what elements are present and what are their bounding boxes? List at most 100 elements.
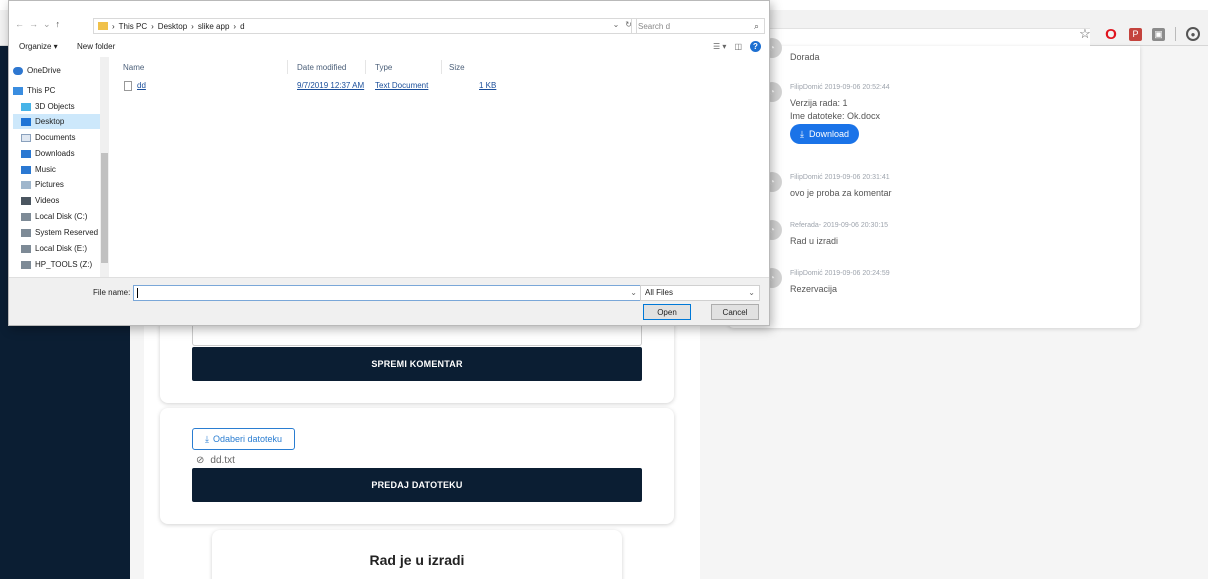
organize-menu[interactable]: Organize ▾ bbox=[19, 42, 58, 51]
download-icon bbox=[21, 149, 31, 158]
documents-icon bbox=[21, 133, 31, 142]
nav-item-label: Videos bbox=[35, 196, 60, 205]
column-header-date[interactable]: Date modified bbox=[297, 63, 346, 72]
opera-icon[interactable]: O bbox=[1103, 26, 1119, 43]
nav-scrollbar[interactable] bbox=[100, 57, 109, 277]
drive-icon bbox=[21, 244, 31, 253]
dialog-bottom-bar: File name: ⌄ All Files ⌄ Open Cancel bbox=[9, 277, 769, 325]
chevron-down-icon[interactable]: ⌄ bbox=[613, 20, 620, 29]
folder-icon bbox=[98, 22, 108, 30]
selected-file: ⊘ dd.txt bbox=[196, 455, 235, 466]
breadcrumb-slike-app[interactable]: slike app bbox=[198, 22, 230, 31]
breadcrumb-d[interactable]: d bbox=[240, 22, 244, 31]
nav-scrollbar-thumb[interactable] bbox=[101, 153, 108, 263]
file-name-input[interactable]: ⌄ bbox=[133, 285, 641, 301]
column-header-size[interactable]: Size bbox=[449, 63, 465, 72]
cloud-icon bbox=[13, 66, 23, 75]
nav-item-videos[interactable]: Videos bbox=[13, 193, 107, 208]
nav-item-downloads[interactable]: Downloads bbox=[13, 146, 107, 161]
open-button[interactable]: Open bbox=[643, 304, 691, 320]
breadcrumb-desktop[interactable]: Desktop bbox=[158, 22, 187, 31]
computer-icon bbox=[13, 86, 23, 95]
music-icon bbox=[21, 165, 31, 174]
help-icon[interactable]: ? bbox=[750, 41, 761, 52]
chevron-down-icon[interactable]: ⌄ bbox=[630, 288, 637, 297]
desktop-icon bbox=[21, 117, 31, 126]
history-meta: Referada- 2019-09-06 20:30:15 bbox=[790, 222, 889, 229]
nav-item-label: Local Disk (E:) bbox=[35, 244, 88, 253]
nav-item-local-disk-e[interactable]: Local Disk (E:) bbox=[13, 241, 107, 256]
path-separator: › bbox=[112, 21, 115, 31]
paperclip-icon: ⊘ bbox=[196, 455, 205, 466]
search-placeholder: Search d bbox=[638, 21, 671, 31]
drive-icon bbox=[21, 228, 31, 237]
breadcrumb-this-pc[interactable]: This PC bbox=[119, 22, 147, 31]
nav-item-label: Music bbox=[35, 165, 56, 174]
preview-pane-icon[interactable]: ◫ bbox=[734, 42, 742, 51]
file-size: 1 KB bbox=[479, 81, 497, 90]
up-arrow-icon[interactable]: ↑ bbox=[56, 19, 61, 30]
nav-item-label: Desktop bbox=[35, 117, 65, 126]
save-comment-button[interactable]: SPREMI KOMENTAR bbox=[192, 347, 642, 381]
search-input[interactable]: Search d ⌕ bbox=[631, 18, 765, 34]
pdf-extension-icon[interactable]: P bbox=[1129, 27, 1142, 41]
file-type-select[interactable]: All Files ⌄ bbox=[640, 285, 760, 301]
profile-icon[interactable]: ● bbox=[1186, 27, 1200, 41]
submit-file-button[interactable]: PREDAJ DATOTEKU bbox=[192, 468, 642, 502]
address-box[interactable]: › This PC › Desktop › slike app › d ⌄ ↻ bbox=[93, 18, 637, 34]
nav-item-3d-objects[interactable]: 3D Objects bbox=[13, 99, 107, 114]
address-bar[interactable] bbox=[760, 28, 1090, 48]
chevron-down-icon: ⌄ bbox=[748, 288, 755, 297]
cancel-button[interactable]: Cancel bbox=[711, 304, 759, 320]
status-title: Rad je u izradi bbox=[369, 552, 465, 568]
upload-card: ⤓ Odaberi datoteku ⊘ dd.txt PREDAJ DATOT… bbox=[160, 408, 674, 524]
nav-item-onedrive[interactable]: OneDrive bbox=[13, 63, 107, 78]
view-options-icon[interactable]: ☰ ▾ bbox=[713, 42, 726, 51]
column-header-type[interactable]: Type bbox=[375, 63, 392, 72]
nav-item-label: System Reserved bbox=[35, 228, 99, 237]
file-type-value: All Files bbox=[645, 288, 674, 297]
text-file-icon bbox=[124, 81, 132, 91]
text-caret bbox=[137, 288, 138, 298]
column-divider bbox=[287, 60, 288, 74]
recent-dropdown-icon[interactable]: ⌄ bbox=[43, 19, 51, 30]
nav-arrows: ← → ⌄ ↑ bbox=[15, 19, 60, 30]
nav-item-label: 3D Objects bbox=[35, 102, 75, 111]
nav-item-label: OneDrive bbox=[27, 66, 61, 75]
back-arrow-icon[interactable]: ← bbox=[15, 19, 24, 30]
nav-item-local-disk-c[interactable]: Local Disk (C:) bbox=[13, 209, 107, 224]
history-text: Dorada bbox=[790, 52, 820, 62]
download-icon: ⤓ bbox=[800, 128, 804, 139]
download-button[interactable]: ⤓ Download bbox=[790, 124, 860, 144]
history-version: Verzija rada: 1 bbox=[790, 98, 848, 108]
file-list-pane: Name Date modified Type Size dd 9/7/2019… bbox=[111, 57, 767, 277]
dialog-address-row: ← → ⌄ ↑ › This PC › Desktop › slike app … bbox=[9, 15, 769, 37]
nav-item-desktop[interactable]: Desktop bbox=[13, 114, 107, 129]
history-text: ovo je proba za komentar bbox=[790, 188, 892, 198]
extension-icon[interactable]: ▣ bbox=[1152, 27, 1165, 41]
nav-item-hp-tools[interactable]: HP_TOOLS (Z:) bbox=[13, 257, 107, 272]
view-controls: ☰ ▾ ◫ ? bbox=[713, 41, 761, 52]
nav-item-this-pc[interactable]: This PC bbox=[13, 83, 107, 98]
choose-file-button[interactable]: ⤓ Odaberi datoteku bbox=[192, 428, 295, 450]
nav-item-label: Pictures bbox=[35, 180, 64, 189]
nav-item-music[interactable]: Music bbox=[13, 162, 107, 177]
status-card: Rad je u izradi bbox=[212, 530, 622, 579]
nav-item-pictures[interactable]: Pictures bbox=[13, 177, 107, 192]
dialog-toolbar: Organize ▾ New folder ☰ ▾ ◫ ? bbox=[9, 37, 769, 57]
file-row[interactable]: dd 9/7/2019 12:37 AM Text Document 1 KB bbox=[121, 79, 501, 93]
search-icon: ⌕ bbox=[753, 21, 759, 31]
forward-arrow-icon[interactable]: → bbox=[29, 19, 38, 30]
nav-item-label: Documents bbox=[35, 133, 76, 142]
selected-file-name: dd.txt bbox=[210, 455, 235, 466]
cube-icon bbox=[21, 102, 31, 111]
history-meta: FilipDomić 2019-09-06 20:52:44 bbox=[790, 84, 890, 91]
nav-item-system-reserved[interactable]: System Reserved bbox=[13, 225, 107, 240]
download-label: Download bbox=[808, 129, 850, 139]
nav-item-documents[interactable]: Documents bbox=[13, 130, 107, 145]
new-folder-button[interactable]: New folder bbox=[77, 42, 115, 51]
drive-icon bbox=[21, 260, 31, 269]
star-icon[interactable]: ☆ bbox=[1077, 26, 1093, 42]
column-header-name[interactable]: Name bbox=[123, 63, 144, 72]
nav-item-label: HP_TOOLS (Z:) bbox=[35, 260, 93, 269]
